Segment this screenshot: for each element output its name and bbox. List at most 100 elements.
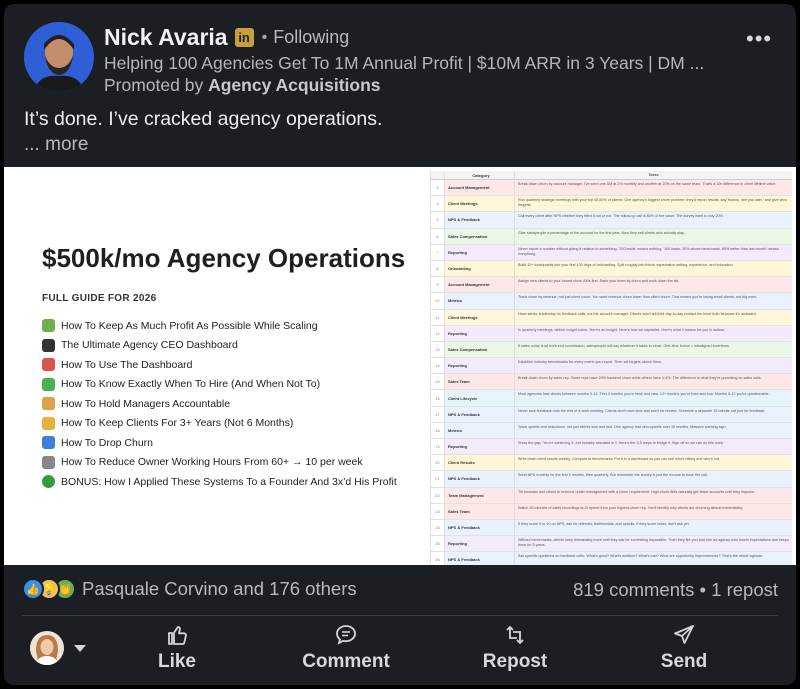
- sheet-task-cell: Establish industry benchmarks for every …: [515, 358, 792, 374]
- sheet-category-cell: NPS & Feedback: [445, 212, 515, 228]
- guide-item-label: BONUS: How I Applied These Systems To a …: [61, 475, 397, 488]
- sheet-category-cell: NPS & Feedback: [445, 519, 515, 536]
- sheet-header-row: Category Tasks: [431, 171, 792, 180]
- sheet-category-cell: Reporting: [445, 439, 515, 455]
- author-avatar[interactable]: [24, 22, 94, 92]
- sheet-row: 8 Onboarding Build 10+ touchpoints into yo…: [431, 260, 792, 278]
- guide-item: How To Know Exactly When To Hire (And Wh…: [42, 375, 442, 395]
- repost-icon: [506, 625, 524, 645]
- sheet-task-cell: Tie bonuses and raises to revenue under …: [515, 487, 792, 503]
- sheet-category-cell: Sales Team: [445, 374, 515, 390]
- sheet-task-cell: Build 10+ touchpoints into your first 10…: [515, 260, 792, 277]
- sheet-category-cell: Reporting: [445, 358, 515, 374]
- sheet-row: 23 Sales Team Watch 30 minutes of sales re…: [431, 503, 792, 520]
- guide-item: How To Reduce Owner Working Hours From 6…: [42, 453, 442, 473]
- sheet-row-number: 26: [431, 552, 445, 565]
- sheet-row-number: 10: [431, 293, 445, 309]
- sheet-row-number: 22: [431, 487, 445, 503]
- sheet-row: 21 NPS & Feedback Send NPS monthly for the…: [431, 471, 792, 488]
- guide-title: $500k/mo Agency Operations: [42, 243, 406, 273]
- sheet-task-cell: Without benchmarks, clients keep demandi…: [515, 536, 792, 552]
- sheet-task-cell: Give salespeople a percentage of the acc…: [515, 228, 792, 244]
- send-button[interactable]: Send: [624, 623, 744, 681]
- sheet-row: 11 Client Meetings Have senior leadership …: [431, 309, 792, 326]
- sheet-row-number: 17: [431, 406, 445, 422]
- see-more-link[interactable]: ... more: [24, 134, 88, 156]
- sheet-row-number: 19: [431, 439, 445, 455]
- reactions-summary[interactable]: 👍 💡 👏 Pasquale Corvino and 176 others: [22, 578, 357, 600]
- sheet-row: 5 NPS & Feedback Call every client after N…: [431, 212, 792, 229]
- sheet-category-cell: NPS & Feedback: [445, 471, 515, 487]
- promoted-prefix: Promoted by: [104, 75, 204, 95]
- sheet-row: 25 Reporting Without benchmarks, clients k…: [431, 536, 792, 553]
- guide-item-label: How To Keep Clients For 3+ Years (Not 6 …: [61, 417, 294, 430]
- return-icon: [42, 436, 55, 450]
- sheet-task-cell: Break down churn by account manager. I'v…: [515, 180, 792, 196]
- sheet-task-cell: Never tack feedback onto the end of a wo…: [515, 406, 792, 422]
- post-image[interactable]: $500k/mo Agency Operations FULL GUIDE FO…: [4, 167, 796, 565]
- like-button[interactable]: Like: [117, 623, 237, 681]
- author-name[interactable]: Nick Avaria: [104, 24, 228, 51]
- guide-item: The Ultimate Agency CEO Dashboard: [42, 336, 442, 356]
- sheet-row: 3 Account Management Break down churn by a…: [431, 180, 792, 197]
- sheet-row: 7 Reporting Never report a number without …: [431, 244, 792, 261]
- sheet-category-cell: Client Meetings: [445, 309, 515, 325]
- sheet-row: 22 Team Management Tie bonuses and raises …: [431, 487, 792, 504]
- follow-status[interactable]: Following: [273, 27, 349, 48]
- sheet-task-cell: Track churn by revenue, not just client …: [515, 293, 792, 309]
- sheet-row: 17 NPS & Feedback Never tack feedback onto…: [431, 406, 792, 423]
- sheet-task-cell: If sales comp is all front-end commissio…: [515, 341, 792, 358]
- sheet-row: 20 Client Results Write down client result…: [431, 455, 792, 472]
- sheet-row-number: 14: [431, 358, 445, 374]
- more-options-icon[interactable]: •••: [746, 26, 772, 52]
- send-label: Send: [660, 651, 708, 672]
- sheet-row-number: 3: [431, 180, 445, 196]
- sheet-task-cell: Send NPS monthly for the first 3 months,…: [515, 471, 792, 487]
- repost-button[interactable]: Repost: [455, 623, 575, 681]
- comments-reposts-count[interactable]: 819 comments • 1 repost: [573, 579, 778, 601]
- sheet-category-cell: Sales Team: [445, 503, 515, 519]
- sheet-task-cell: Run quarterly strategic meetings with yo…: [515, 196, 792, 212]
- guide-item: How To Keep As Much Profit As Possible W…: [42, 316, 442, 336]
- sheet-row-number: 4: [431, 196, 445, 212]
- sheet-category-cell: Team Management: [445, 487, 515, 503]
- sheet-row-number: 9: [431, 277, 445, 293]
- sheet-row-number: 8: [431, 260, 445, 277]
- current-user-avatar[interactable]: [30, 631, 64, 665]
- sheet-header-num: [431, 171, 445, 179]
- sheet-rows: 3 Account Management Break down churn by a…: [431, 180, 792, 565]
- thumbs-up-icon: [168, 626, 187, 645]
- promoted-line: Promoted by Agency Acquisitions: [104, 75, 381, 96]
- stopwatch-icon: [42, 455, 55, 469]
- sheet-row-number: 6: [431, 228, 445, 244]
- sheet-category-cell: Sales Compensation: [445, 228, 515, 244]
- sheet-task-cell: If they score 9 or 10 on NPS, ask for re…: [515, 519, 792, 536]
- laptop-icon: [42, 338, 55, 352]
- sheet-row: 24 NPS & Feedback If they score 9 or 10 on…: [431, 519, 792, 537]
- reaction-icons: 👍 💡 👏: [22, 578, 76, 600]
- sheet-row-number: 24: [431, 519, 445, 536]
- comment-button[interactable]: Comment: [286, 623, 406, 681]
- guide-item-label: How To Reduce Owner Working Hours From 6…: [61, 456, 363, 469]
- promoted-by-link[interactable]: Agency Acquisitions: [208, 75, 380, 95]
- guide-item-label: How To Know Exactly When To Hire (And Wh…: [61, 378, 321, 391]
- guide-item-label: How To Drop Churn: [61, 436, 154, 449]
- sheet-row-number: 21: [431, 471, 445, 487]
- like-reaction-icon: 👍: [22, 578, 44, 600]
- guide-item-label: How To Hold Managers Accountable: [61, 397, 231, 410]
- chevron-down-icon[interactable]: [74, 645, 86, 652]
- sheet-category-cell: NPS & Feedback: [445, 406, 515, 422]
- sheet-row: 18 Metrics Track upsells and reductions, n…: [431, 422, 792, 439]
- sheet-task-cell: Have senior leadership do feedback calls…: [515, 309, 792, 325]
- sheet-row: 14 Reporting Establish industry benchmarks…: [431, 358, 792, 375]
- sheet-category-cell: Onboarding: [445, 260, 515, 277]
- spreadsheet-preview: Category Tasks 3 Account Management Break …: [430, 171, 792, 565]
- sheet-category-cell: Client Meetings: [445, 196, 515, 212]
- guide-subtitle: FULL GUIDE FOR 2026: [42, 293, 157, 304]
- sheet-category-cell: Client Results: [445, 455, 515, 471]
- sheet-task-cell: Show the gap: 'You're achieving X, but i…: [515, 439, 792, 455]
- sheet-row-number: 5: [431, 212, 445, 228]
- reactor-names[interactable]: Pasquale Corvino and 176 others: [82, 578, 357, 600]
- sheet-task-cell: Watch 30 minutes of sales recordings at …: [515, 503, 792, 519]
- author-line: Nick Avaria in • Following: [104, 24, 349, 51]
